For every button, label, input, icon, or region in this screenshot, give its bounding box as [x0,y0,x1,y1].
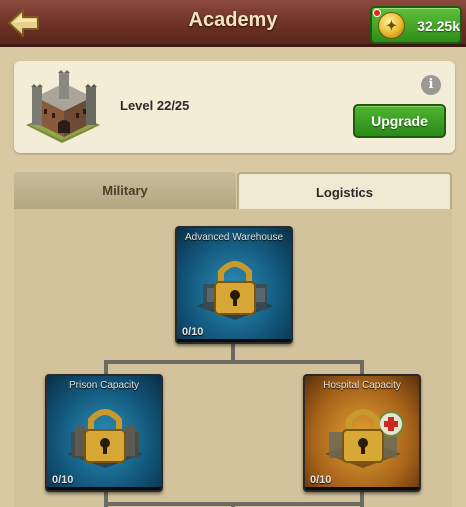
gold-amount: 32.25k [417,18,460,34]
progress-bar [47,487,161,490]
progress-bar [177,339,291,342]
tech-node-title: Hospital Capacity [323,380,401,391]
upgrade-button[interactable]: Upgrade [353,104,446,138]
tech-node-title: Prison Capacity [68,380,140,391]
warehouse-lock-icon [197,261,273,320]
tech-node-advanced-warehouse[interactable]: Advanced Warehouse 0/10 [175,226,293,344]
tech-node-title: Advanced Warehouse [184,232,284,243]
tech-node-hospital-capacity[interactable]: Hospital Capacity 0/10 [303,374,421,492]
prison-lock-icon [67,409,143,468]
tree-connector [104,360,364,364]
tech-node-prison-capacity[interactable]: Prison Capacity 0/10 [45,374,163,492]
gold-coin-icon: ✦ [378,12,405,39]
building-level: Level 22/25 [120,98,190,113]
top-bar: Academy ✦ 32.25k [0,0,466,47]
tab-military[interactable]: Military [14,172,236,210]
building-panel: Level 22/25 i Upgrade [14,61,455,153]
tech-node-progress: 0/10 [182,326,204,338]
notification-dot [373,9,381,17]
tree-connector [231,502,235,507]
progress-bar [305,487,419,490]
tab-logistics[interactable]: Logistics [237,172,452,210]
academy-building-icon [26,70,100,143]
tech-node-progress: 0/10 [52,474,74,486]
info-icon[interactable]: i [421,75,441,95]
tech-node-progress: 0/10 [310,474,332,486]
hospital-lock-icon [325,409,404,468]
gold-balance-button[interactable]: ✦ 32.25k [370,6,462,44]
